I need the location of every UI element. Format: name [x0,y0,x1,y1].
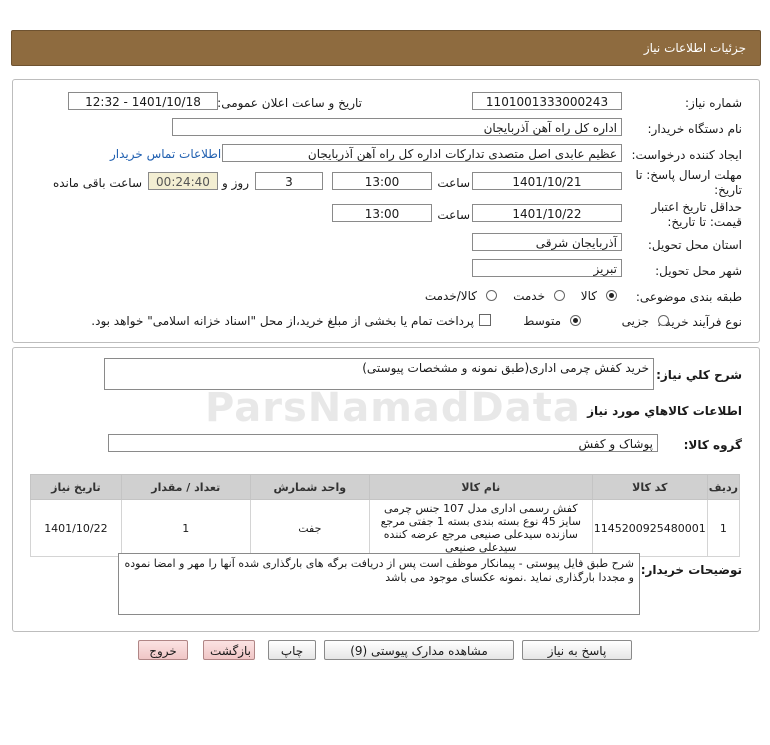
process-radio-medium[interactable] [570,315,581,326]
col-date: تاریخ نیاز [30,474,122,500]
cell-name: کفش رسمی اداری مدل 107 جنس چرمی سایز 45 … [368,499,593,557]
reply-deadline-label: مهلت ارسال پاسخ: تا تاریخ: [635,168,742,197]
process-option-minor: جزیی [621,314,649,328]
category-radio-goods-service[interactable] [486,290,497,301]
price-validity-label: حداقل تاریخ اعتبار قیمت: تا تاریخ: [651,200,742,229]
buyer-notes-field: شرح طبق فایل پیوستی - پیمانکار موظف است … [118,553,640,615]
remaining-label: ساعت باقی مانده [52,176,142,190]
announce-datetime-label: تاریخ و ساعت اعلان عمومی: [217,96,362,110]
reply-date-field: 1401/10/21 [472,172,622,190]
table-row: 1 1145200925480001 کفش رسمی اداری مدل 10… [30,499,741,557]
exit-button[interactable]: خروج [138,640,188,660]
cell-unit: جفت [249,499,370,557]
back-button[interactable]: بازگشت [203,640,255,660]
buyer-notes-label: توضیحات خریدار: [640,563,742,577]
announce-datetime-field: 1401/10/18 - 12:32 [68,92,218,110]
page-title: جزئیات اطلاعات نیاز [643,41,746,55]
buyer-org-label: نام دستگاه خریدار: [647,122,743,136]
process-radio-minor[interactable] [658,315,669,326]
remaining-time-field: 00:24:40 [148,172,218,190]
goods-group-label: گروه کالا: [683,438,742,452]
cell-date: 1401/10/22 [30,499,122,557]
col-unit: واحد شمارش [249,474,370,500]
col-qty: تعداد / مقدار [120,474,251,500]
need-number-field: 1101001333000243 [472,92,622,110]
view-attachments-button[interactable]: مشاهده مدارک پیوستی (9) [324,640,514,660]
col-name: نام کالا [368,474,593,500]
col-code: کد کالا [591,474,708,500]
validity-time-label: ساعت [437,208,470,222]
category-option-goods-service: کالا/خدمت [424,289,477,303]
print-button[interactable]: چاپ [268,640,316,660]
category-radio-service[interactable] [554,290,565,301]
need-number-label: شماره نیاز: [685,96,742,110]
category-option-service: خدمت [513,289,545,303]
reply-time-label: ساعت [437,176,470,190]
category-option-goods: کالا [580,289,597,303]
category-radio-goods[interactable] [606,290,617,301]
delivery-province-label: استان محل تحویل: [647,238,742,252]
treasury-payment-note: پرداخت تمام یا بخشی از مبلغ خرید،از محل … [91,314,474,328]
reply-button[interactable]: پاسخ به نیاز [522,640,632,660]
treasury-payment-checkbox[interactable] [479,314,491,326]
cell-row: 1 [706,499,741,557]
col-row: ردیف [706,474,741,500]
validity-date-field: 1401/10/22 [472,204,622,222]
reply-days-field: 3 [255,172,323,190]
goods-info-heading: اطلاعات کالاهاي مورد نياز [587,404,742,418]
city-field: تبریز [472,259,622,277]
requester-label: ایجاد کننده درخواست: [631,148,742,162]
cell-qty: 1 [120,499,251,557]
watermark-logo: ParsNamadData [205,385,581,431]
buyer-org-field: اداره کل راه آهن آذربایجان [172,118,622,136]
requester-field: عظیم عابدی اصل متصدی تدارکات اداره کل را… [222,144,622,162]
buyer-contact-link[interactable]: اطلاعات تماس خریدار [110,147,221,161]
category-label: طبقه بندی موضوعی: [635,290,742,304]
process-option-medium: متوسط [523,314,561,328]
reply-time-field: 13:00 [332,172,432,190]
purchase-process-label: نوع فرآیند خرید : [657,315,742,329]
delivery-city-label: شهر محل تحویل: [655,264,742,278]
cell-code: 1145200925480001 [591,499,708,557]
province-field: آذربایجان شرقی [472,233,622,251]
validity-time-field: 13:00 [332,204,432,222]
overall-desc-label: شرح کلي نياز: [656,368,742,382]
page-header: جزئیات اطلاعات نیاز [11,30,761,66]
goods-group-field: پوشاک و کفش [108,434,658,452]
items-table: ردیف کد کالا نام کالا واحد شمارش تعداد /… [30,474,741,557]
day-and-label: روز و [222,176,249,190]
table-header-row: ردیف کد کالا نام کالا واحد شمارش تعداد /… [30,474,741,500]
